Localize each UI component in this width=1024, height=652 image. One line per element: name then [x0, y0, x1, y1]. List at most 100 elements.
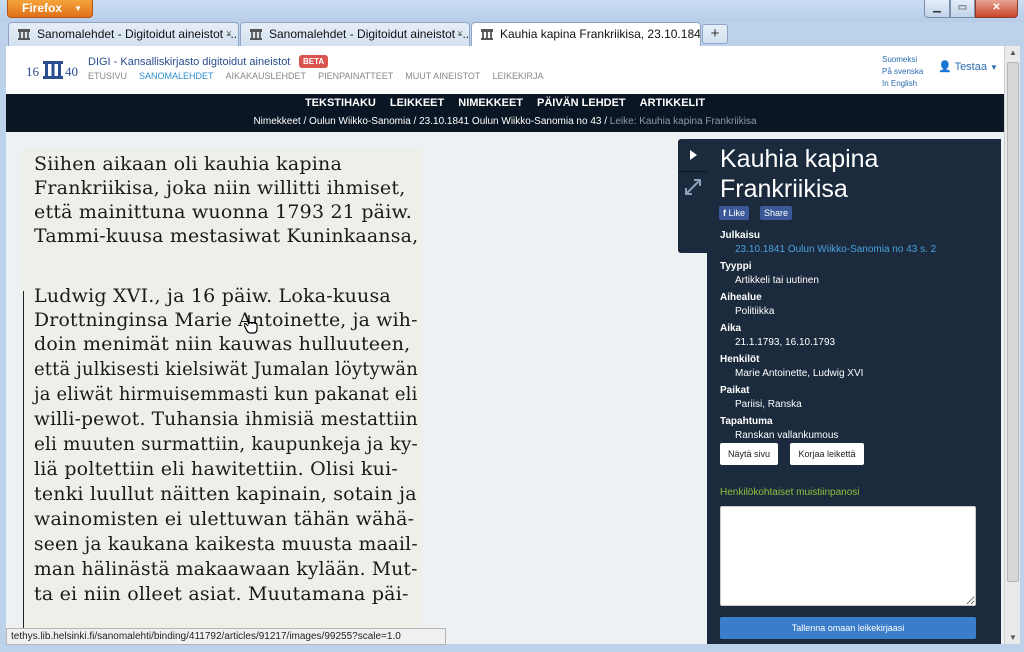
- user-menu[interactable]: 👤 Testaa ▼: [938, 60, 998, 73]
- window-titlebar: Firefox ▼ ▁ ▭ ✕: [0, 0, 1024, 22]
- scan-text-line: Ludwig XVI., ja 16 päiw. Loka-kuusa: [34, 285, 391, 307]
- collapse-panel-icon[interactable]: [687, 148, 699, 162]
- browser-tab-1[interactable]: Sanomalehdet - Digitoidut aineistot -...…: [8, 22, 239, 46]
- site-favicon-icon: [481, 29, 493, 40]
- panel-tab-icons: [678, 139, 708, 253]
- scan-text-line: ja eliwät hirmuisemmasti kun pakanat eli: [34, 383, 418, 405]
- site-favicon-icon: [250, 29, 262, 40]
- show-page-button[interactable]: Näytä sivu: [720, 443, 778, 465]
- close-tab-icon[interactable]: ×: [688, 23, 694, 45]
- scrollbar-thumb[interactable]: [1007, 62, 1019, 582]
- browser-tab-2-label: Sanomalehdet - Digitoidut aineistot -...: [269, 27, 470, 41]
- scroll-down-arrow-icon[interactable]: ▼: [1009, 633, 1017, 642]
- scan-text-line: että mainittuna wuonna 1793 21 päiw.: [34, 201, 412, 223]
- browser-tab-2[interactable]: Sanomalehdet - Digitoidut aineistot -...…: [240, 22, 470, 46]
- field-label: Tyyppi: [720, 261, 752, 272]
- close-tab-icon[interactable]: ×: [457, 23, 463, 45]
- breadcrumb: Nimekkeet / Oulun Wiikko-Sanomia / 23.10…: [253, 116, 757, 127]
- save-to-clipbook-button[interactable]: Tallenna omaan leikekirjaasi: [720, 617, 976, 639]
- field-label: Julkaisu: [720, 230, 761, 241]
- field-value: Ranskan vallankumous: [735, 430, 839, 441]
- scan-text-line: man hälinästä makaawaan kylään. Mut-: [34, 558, 418, 580]
- site-title[interactable]: DIGI - Kansalliskirjasto digitoidut aine…: [88, 56, 290, 68]
- like-label: Like: [728, 208, 746, 218]
- field-label: Paikat: [720, 385, 750, 396]
- notes-textarea[interactable]: [720, 506, 976, 606]
- browser-tab-3-label: Kauhia kapina Frankriikisa, 23.10.1841..…: [500, 27, 701, 41]
- beta-badge: BETA: [299, 55, 329, 68]
- article-title: Kauhia kapina Frankriikisa: [720, 145, 879, 203]
- scan-text-line: Siihen aikaan oli kauhia kapina: [34, 153, 343, 175]
- scan-text-line: liä poltettiin eli hawitettiin. Olisi ku…: [34, 458, 398, 480]
- page-viewport: 16 40 DIGI - Kansalliskirjasto digitoidu…: [6, 46, 1004, 644]
- language-links: Suomeksi På svenska In English: [882, 54, 923, 90]
- facebook-like-button[interactable]: f Like: [719, 206, 750, 220]
- browser-tab-1-label: Sanomalehdet - Digitoidut aineistot -...: [37, 27, 239, 41]
- scan-text-line: Frankriikisa, joka niin willitti ihmiset…: [34, 177, 406, 199]
- svg-text:16: 16: [26, 64, 40, 79]
- svg-text:40: 40: [65, 64, 78, 79]
- notes-title: Henkilökohtaiset muistiinpanosi: [720, 487, 860, 498]
- nav-muut-aineistot[interactable]: MUUT AINEISTOT: [405, 71, 480, 81]
- minimize-button[interactable]: ▁: [924, 0, 950, 18]
- user-icon: 👤: [938, 61, 952, 73]
- breadcrumb-current: Leike: Kauhia kapina Frankriikisa: [609, 116, 757, 127]
- firefox-menu-button[interactable]: Firefox ▼: [7, 0, 93, 18]
- facebook-share-button[interactable]: Share: [760, 206, 793, 220]
- article-metadata: Julkaisu 23.10.1841 Oulun Wiikko-Sanomia …: [720, 227, 936, 444]
- scan-text-line: wainomisten ei ulettuwan tähän wähä-: [34, 508, 415, 530]
- nav-tekstihaku[interactable]: TEKSTIHAKU: [305, 97, 376, 109]
- article-info-panel: Kauhia kapina Frankriikisa f Like Share …: [707, 139, 1001, 644]
- nav-etusivu[interactable]: ETUSIVU: [88, 71, 127, 81]
- nav-artikkelit[interactable]: ARTIKKELIT: [640, 97, 705, 109]
- scan-text-line: Drottninginsa Marie Antoinette, ja wih-: [34, 309, 418, 331]
- nav-paivan-lehdet[interactable]: PÄIVÄN LEHDET: [537, 97, 626, 109]
- scan-text-line: seen ja kaukana kaikesta muusta maail-: [34, 533, 418, 555]
- dropdown-arrow-icon: ▼: [74, 4, 82, 13]
- browser-tab-3-active[interactable]: Kauhia kapina Frankriikisa, 23.10.1841..…: [471, 22, 701, 46]
- maximize-button[interactable]: ▭: [950, 0, 975, 18]
- scan-text-line: doin menimät niin kauwas hulluuteen,: [34, 333, 411, 355]
- scroll-up-arrow-icon[interactable]: ▲: [1009, 48, 1017, 57]
- nav-nimekkeet[interactable]: NIMEKKEET: [458, 97, 523, 109]
- main-navbar: TEKSTIHAKU LEIKKEET NIMEKKEET PÄIVÄN LEH…: [6, 94, 1004, 132]
- field-value: Pariisi, Ranska: [735, 399, 802, 410]
- lang-finnish[interactable]: Suomeksi: [882, 54, 923, 66]
- caret-down-icon: ▼: [990, 63, 998, 72]
- field-value: Politiikka: [735, 306, 775, 317]
- field-value: 21.1.1793, 16.10.1793: [735, 337, 836, 348]
- nav-leikkeet[interactable]: LEIKKEET: [390, 97, 444, 109]
- expand-icon[interactable]: [684, 178, 702, 196]
- site-top-nav: ETUSIVU SANOMALEHDET AIKAKAUSLEHDET PIEN…: [88, 71, 543, 81]
- divider: [678, 171, 708, 172]
- close-window-button[interactable]: ✕: [975, 0, 1018, 18]
- field-label: Tapahtuma: [720, 416, 773, 427]
- scan-text-line: tenki luullut näitten kapinain, sotain j…: [34, 483, 417, 505]
- nav-pienpainatteet[interactable]: PIENPAINATTEET: [318, 71, 393, 81]
- tab-strip: Sanomalehdet - Digitoidut aineistot -...…: [0, 22, 1024, 46]
- user-name: Testaa: [954, 61, 987, 73]
- lang-swedish[interactable]: På svenska: [882, 66, 923, 78]
- scan-text-line: ta ei niin olleet asiat. Muutamana päi-: [34, 583, 409, 605]
- field-label: Aihealue: [720, 292, 762, 303]
- fix-clip-button[interactable]: Korjaa leikettä: [790, 443, 864, 465]
- nav-aikakauslehdet[interactable]: AIKAKAUSLEHDET: [226, 71, 307, 81]
- hand-cursor-icon: [244, 315, 258, 334]
- breadcrumb-title[interactable]: Oulun Wiikko-Sanomia: [309, 116, 411, 127]
- vertical-scrollbar[interactable]: ▲ ▼: [1004, 46, 1020, 644]
- field-label: Henkilöt: [720, 354, 760, 365]
- newspaper-scan-image[interactable]: Siihen aikaan oli kauhia kapina Frankriik…: [22, 149, 422, 644]
- lang-english[interactable]: In English: [882, 78, 923, 90]
- status-bar-url: tethys.lib.helsinki.fi/sanomalehti/bindi…: [6, 628, 446, 645]
- field-value: Artikkeli tai uutinen: [735, 275, 819, 286]
- library-logo-icon[interactable]: 16 40: [26, 58, 82, 82]
- site-header: 16 40 DIGI - Kansalliskirjasto digitoidu…: [6, 46, 1004, 94]
- nav-leikekirja[interactable]: LEIKEKIRJA: [492, 71, 543, 81]
- close-tab-icon[interactable]: ×: [226, 23, 232, 45]
- site-favicon-icon: [18, 29, 30, 40]
- publication-link[interactable]: 23.10.1841 Oulun Wiikko-Sanomia no 43 s.…: [720, 242, 936, 258]
- breadcrumb-issue[interactable]: 23.10.1841 Oulun Wiikko-Sanomia no 43: [419, 116, 601, 127]
- new-tab-button[interactable]: +: [702, 24, 728, 44]
- nav-sanomalehdet[interactable]: SANOMALEHDET: [139, 71, 214, 81]
- breadcrumb-nimekkeet[interactable]: Nimekkeet: [253, 116, 300, 127]
